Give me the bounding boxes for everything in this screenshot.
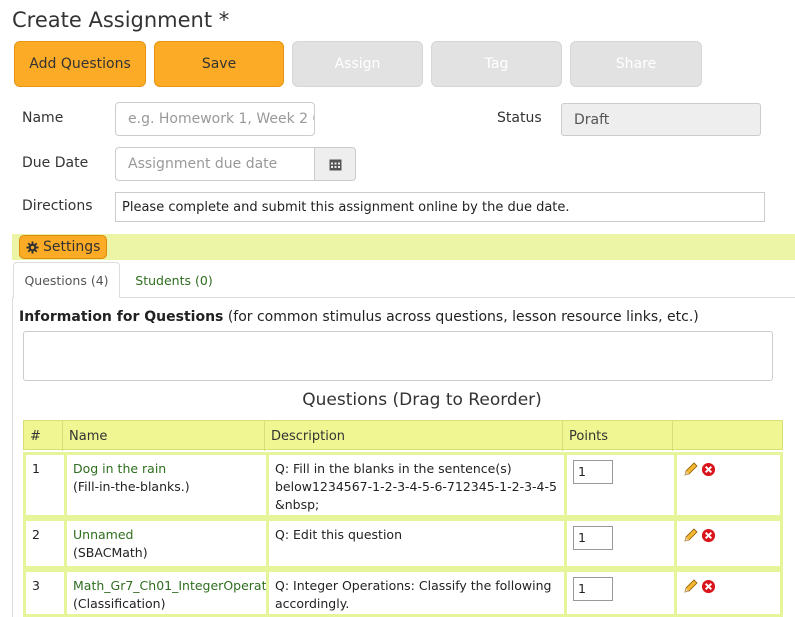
question-type: (Classification) xyxy=(73,596,166,611)
question-description: Q: Fill in the blanks in the sentence(s)… xyxy=(266,455,564,515)
row-actions-cell xyxy=(674,521,780,566)
info-title: Information for Questions (for common st… xyxy=(19,309,699,325)
settings-bar xyxy=(12,234,795,260)
name-input[interactable]: e.g. Homework 1, Week 2 C xyxy=(115,102,315,136)
row-points-cell: 1 xyxy=(564,455,674,515)
row-name-cell: Math_Gr7_Ch01_IntegerOperati (Classifica… xyxy=(64,572,266,614)
question-name-link[interactable]: Math_Gr7_Ch01_IntegerOperati xyxy=(73,577,266,595)
due-date-label: Due Date xyxy=(22,155,89,171)
question-type: (Fill-in-the-blanks.) xyxy=(73,479,190,494)
name-label: Name xyxy=(22,110,64,126)
col-actions xyxy=(672,421,679,451)
col-name: Name xyxy=(62,421,107,451)
directions-label: Directions xyxy=(22,198,93,214)
page-title: Create Assignment * xyxy=(12,8,230,32)
save-button[interactable]: Save xyxy=(154,41,284,87)
gear-icon xyxy=(26,240,39,254)
question-name-link[interactable]: Unnamed xyxy=(73,526,260,544)
directions-input[interactable]: Please complete and submit this assignme… xyxy=(115,192,765,222)
row-points-cell: 1 xyxy=(564,572,674,614)
row-actions-cell xyxy=(674,455,780,515)
row-name-cell: Dog in the rain (Fill-in-the-blanks.) xyxy=(64,455,266,515)
table-row[interactable]: 2 Unnamed (SBACMath) Q: Edit this questi… xyxy=(23,518,783,569)
status-field: Draft xyxy=(561,103,761,136)
questions-heading: Questions (Drag to Reorder) xyxy=(302,390,542,410)
tab-questions[interactable]: Questions (4) xyxy=(13,262,120,298)
tab-students[interactable]: Students (0) xyxy=(124,262,224,298)
info-textarea[interactable] xyxy=(23,331,773,381)
calendar-button[interactable] xyxy=(314,147,356,181)
edit-pencil-icon[interactable] xyxy=(683,527,699,543)
delete-icon[interactable] xyxy=(701,528,716,543)
due-date-input[interactable]: Assignment due date xyxy=(115,147,315,181)
points-input[interactable]: 1 xyxy=(573,526,613,550)
table-row[interactable]: 1 Dog in the rain (Fill-in-the-blanks.) … xyxy=(23,452,783,518)
tag-button[interactable]: Tag xyxy=(431,41,562,87)
calendar-icon xyxy=(329,159,341,170)
table-row[interactable]: 3 Math_Gr7_Ch01_IntegerOperati (Classifi… xyxy=(23,569,783,617)
col-points: Points xyxy=(562,421,608,451)
settings-button[interactable]: Settings xyxy=(19,235,108,259)
row-number: 3 xyxy=(32,578,40,593)
add-questions-button[interactable]: Add Questions xyxy=(14,41,146,87)
points-input[interactable]: 1 xyxy=(573,460,613,484)
row-number: 2 xyxy=(32,527,40,542)
question-type: (SBACMath) xyxy=(73,545,148,560)
row-points-cell: 1 xyxy=(564,521,674,566)
col-description: Description xyxy=(264,421,345,451)
assign-button[interactable]: Assign xyxy=(292,41,423,87)
question-description: Q: Integer Operations: Classify the foll… xyxy=(266,572,564,614)
question-description: Q: Edit this question xyxy=(266,521,564,566)
delete-icon[interactable] xyxy=(701,462,716,477)
points-input[interactable]: 1 xyxy=(573,577,613,601)
questions-table-header: # Name Description Points xyxy=(23,420,783,451)
share-button[interactable]: Share xyxy=(570,41,702,87)
row-number: 1 xyxy=(32,461,40,476)
status-label: Status xyxy=(497,110,542,126)
row-name-cell: Unnamed (SBACMath) xyxy=(64,521,266,566)
col-number: # xyxy=(30,428,41,444)
row-actions-cell xyxy=(674,572,780,614)
edit-pencil-icon[interactable] xyxy=(683,578,699,594)
info-title-rest: (for common stimulus across questions, l… xyxy=(223,309,699,325)
delete-icon[interactable] xyxy=(701,579,716,594)
settings-label: Settings xyxy=(43,239,101,255)
question-name-link[interactable]: Dog in the rain xyxy=(73,460,260,478)
edit-pencil-icon[interactable] xyxy=(683,461,699,477)
info-title-bold: Information for Questions xyxy=(19,309,224,325)
